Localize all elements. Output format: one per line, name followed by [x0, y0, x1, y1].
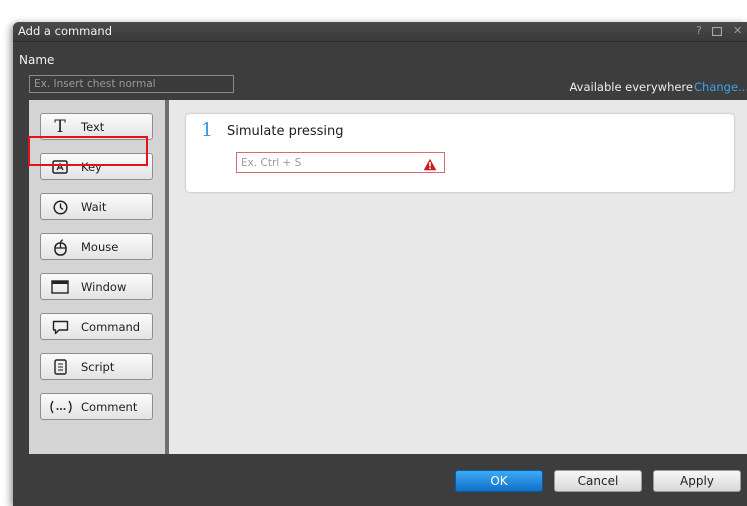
text-button-label: Text: [81, 120, 105, 134]
ok-button[interactable]: OK: [455, 470, 543, 492]
help-icon[interactable]: ?: [696, 24, 702, 38]
command-button[interactable]: Command: [40, 313, 153, 340]
mouse-button-label: Mouse: [81, 240, 119, 254]
comment-button[interactable]: Comment: [40, 393, 153, 420]
script-icon: [51, 358, 69, 376]
key-combination-input[interactable]: [236, 152, 445, 173]
comment-button-label: Comment: [81, 400, 138, 414]
name-label: Name: [19, 53, 55, 67]
step-number: 1: [201, 119, 214, 141]
add-command-dialog: Add a command ? ✕ Name Available everywh…: [13, 22, 747, 506]
availability-text: Available everywhere: [569, 80, 693, 94]
command-type-panel: T Text Key Wait Mouse Window Command Scr…: [29, 100, 169, 454]
cancel-button[interactable]: Cancel: [554, 470, 642, 492]
clock-icon: [51, 198, 69, 216]
warning-icon: [423, 156, 437, 171]
key-button-label: Key: [81, 160, 102, 174]
dialog-title: Add a command: [18, 24, 113, 38]
close-icon[interactable]: ✕: [733, 24, 742, 38]
wait-button[interactable]: Wait: [40, 193, 153, 220]
apply-button[interactable]: Apply: [653, 470, 741, 492]
step-title: Simulate pressing: [227, 124, 344, 139]
name-input[interactable]: [29, 75, 234, 93]
change-availability-link[interactable]: Change...: [694, 80, 747, 94]
window-button[interactable]: Window: [40, 273, 153, 300]
mouse-button[interactable]: Mouse: [40, 233, 153, 260]
comment-icon: [48, 398, 74, 416]
command-button-label: Command: [81, 320, 141, 334]
key-button[interactable]: Key: [40, 153, 153, 180]
command-editor-area: T Text Key Wait Mouse Window Command Scr…: [29, 100, 747, 454]
mouse-icon: [51, 238, 69, 256]
key-icon: [51, 158, 69, 176]
text-icon: T: [54, 116, 66, 137]
speech-bubble-icon: [51, 318, 69, 336]
script-button-label: Script: [81, 360, 115, 374]
window-button-label: Window: [81, 280, 127, 294]
script-button[interactable]: Script: [40, 353, 153, 380]
wait-button-label: Wait: [81, 200, 107, 214]
maximize-icon[interactable]: [711, 26, 723, 40]
text-button[interactable]: T Text: [40, 113, 153, 140]
title-bar[interactable]: Add a command ? ✕: [13, 22, 747, 42]
window-icon: [51, 278, 69, 296]
step-card: 1 Simulate pressing: [186, 114, 734, 192]
